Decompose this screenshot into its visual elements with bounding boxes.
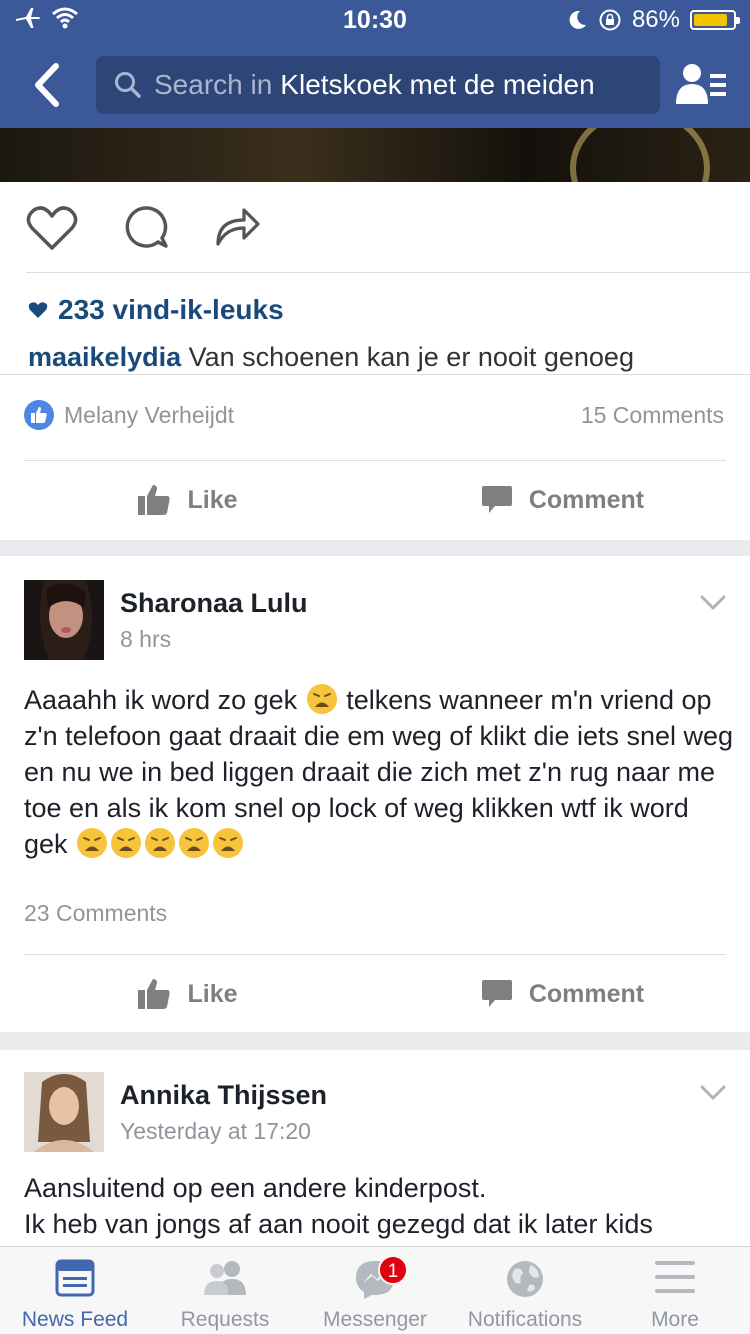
- tab-requests[interactable]: Requests: [150, 1247, 300, 1334]
- weary-face-emoji-icon: [178, 827, 210, 859]
- avatar[interactable]: [24, 1072, 104, 1152]
- hamburger-menu-icon: [655, 1261, 695, 1293]
- tab-label: Messenger: [323, 1308, 427, 1331]
- comments-count[interactable]: 15 Comments: [581, 402, 724, 429]
- heart-icon: [26, 206, 78, 250]
- news-feed-icon: [55, 1259, 95, 1297]
- photo-highlight: [570, 128, 710, 182]
- reactions-summary[interactable]: Melany Verheijdt: [24, 400, 234, 430]
- tab-notifications[interactable]: Notifications: [450, 1247, 600, 1334]
- post-author[interactable]: Annika Thijssen: [120, 1080, 327, 1111]
- search-group-name: Kletskoek met de meiden: [280, 69, 595, 100]
- group-members-icon[interactable]: [676, 62, 728, 106]
- battery-percent: 86%: [631, 6, 680, 33]
- thumbs-up-icon: [138, 485, 171, 515]
- post-card-shared: 233 vind-ik-leuks maaikelydia Van schoen…: [0, 182, 750, 540]
- top-bar: 10:30 86% Search in Kletskoek met de mei…: [0, 0, 750, 128]
- comments-count[interactable]: 23 Comments: [24, 900, 167, 927]
- post-time[interactable]: Yesterday at 17:20: [120, 1118, 311, 1145]
- action-divider: [24, 460, 726, 461]
- tab-label: More: [651, 1308, 699, 1331]
- post-text-line1: Aansluitend op een andere kinderpost.: [24, 1173, 487, 1203]
- post-card-annika: Annika Thijssen Yesterday at 17:20 Aansl…: [0, 1050, 750, 1250]
- search-icon: [115, 72, 141, 98]
- instagram-divider: [26, 272, 750, 273]
- weary-face-emoji-icon: [110, 827, 142, 859]
- shared-image-bottom-edge: [0, 374, 750, 375]
- liked-by-name: Melany Verheijdt: [64, 401, 235, 428]
- battery-fill: [694, 14, 727, 26]
- like-label: Like: [187, 485, 238, 514]
- post-actions: Like Comment: [0, 462, 750, 538]
- rotation-lock-icon: [599, 9, 621, 31]
- like-button[interactable]: Like: [0, 956, 375, 1032]
- post-actions: Like Comment: [0, 956, 750, 1032]
- weary-face-emoji-icon: [76, 827, 108, 859]
- post-card-sharonaa: Sharonaa Lulu 8 hrs Aaaahh ik word zo ge…: [0, 556, 750, 1032]
- post-text-line2: Ik heb van jongs af aan nooit gezegd dat…: [24, 1209, 653, 1239]
- post-author[interactable]: Sharonaa Lulu: [120, 588, 308, 619]
- post-text: Aaaahh ik word zo gek telkens wanneer m'…: [24, 682, 734, 862]
- instagram-caption-text: Van schoenen kan je er nooit genoeg: [188, 342, 634, 372]
- moon-icon: [569, 10, 586, 29]
- avatar-photo: [24, 580, 104, 660]
- avatar[interactable]: [24, 580, 104, 660]
- status-right: 86%: [566, 6, 740, 34]
- shared-photo[interactable]: [0, 128, 750, 182]
- friend-requests-icon: [204, 1261, 246, 1295]
- instagram-username[interactable]: maaikelydia: [28, 342, 181, 372]
- instagram-likes: 233 vind-ik-leuks: [28, 294, 284, 326]
- avatar-photo: [24, 1072, 104, 1152]
- like-button[interactable]: Like: [0, 462, 375, 538]
- instagram-actions: [26, 204, 260, 252]
- globe-icon: [507, 1261, 543, 1297]
- tab-messenger[interactable]: 1 Messenger: [300, 1247, 450, 1334]
- instagram-likes-text: 233 vind-ik-leuks: [58, 294, 284, 325]
- thumbs-up-icon: [138, 979, 171, 1009]
- comment-bubble-icon: [125, 206, 168, 248]
- action-divider: [24, 954, 726, 955]
- tab-more[interactable]: More: [600, 1247, 750, 1334]
- battery-icon: [690, 10, 740, 30]
- back-chevron-icon[interactable]: [28, 62, 68, 108]
- tab-label: News Feed: [21, 1308, 129, 1331]
- weary-face-emoji-icon: [306, 683, 338, 715]
- messenger-badge: 1: [378, 1255, 408, 1285]
- post-text: Aansluitend op een andere kinderpost. Ik…: [24, 1170, 734, 1242]
- comment-icon: [481, 486, 512, 513]
- comment-button[interactable]: Comment: [375, 956, 750, 1032]
- status-bar: 10:30 86%: [0, 0, 750, 40]
- comment-label: Comment: [528, 485, 645, 514]
- share-arrow-icon: [216, 208, 260, 246]
- post-time[interactable]: 8 hrs: [120, 626, 171, 653]
- tab-news-feed[interactable]: News Feed: [0, 1247, 150, 1334]
- weary-face-emoji-icon: [144, 827, 176, 859]
- search-input[interactable]: Search in Kletskoek met de meiden: [96, 56, 660, 114]
- weary-face-emoji-icon: [212, 827, 244, 859]
- small-heart-icon: [28, 302, 48, 318]
- tab-label: Requests: [180, 1308, 270, 1331]
- search-prefix: Search in: [154, 69, 273, 100]
- like-reaction-icon: [24, 400, 54, 430]
- like-label: Like: [187, 979, 238, 1008]
- post-text-part1: Aaaahh ik word zo gek: [24, 685, 298, 715]
- chevron-down-icon[interactable]: [700, 1084, 726, 1102]
- comment-icon: [481, 980, 512, 1007]
- instagram-caption: maaikelydia Van schoenen kan je er nooit…: [28, 342, 634, 373]
- comment-button[interactable]: Comment: [375, 462, 750, 538]
- comment-label: Comment: [528, 979, 645, 1008]
- bottom-tab-bar: News Feed Requests 1 Messenger Notificat…: [0, 1246, 750, 1334]
- chevron-down-icon[interactable]: [700, 594, 726, 612]
- tab-label: Notifications: [467, 1308, 583, 1331]
